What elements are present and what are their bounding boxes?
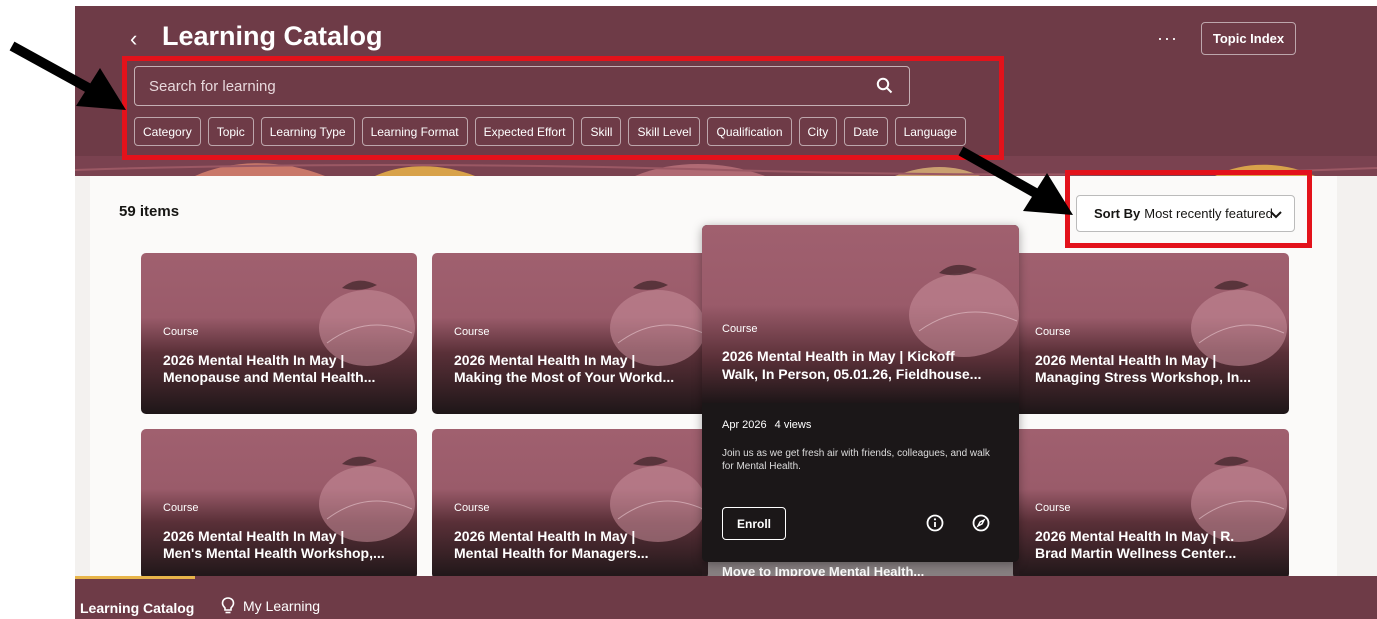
search-filters-highlight-box [122,56,1004,160]
card-views: 4 views [774,419,812,431]
course-card[interactable]: Course 2026 Mental Health In May | Managi… [1013,253,1289,414]
course-card[interactable]: Course 2026 Mental Health In May | Men's … [141,429,417,579]
card-type: Course [454,326,490,338]
tab-learning-catalog[interactable]: Learning Catalog [80,600,194,616]
info-icon[interactable] [926,514,944,537]
annotation-arrow-icon [9,41,126,110]
card-type: Course [1035,326,1071,338]
annotation-arrow-icon [958,146,1073,215]
card-type: Course [163,326,199,338]
compass-icon[interactable] [972,514,990,537]
card-type: Course [722,323,758,335]
enroll-button[interactable]: Enroll [722,507,786,540]
course-card[interactable]: Course 2026 Mental Health In May | R. Bra… [1013,429,1289,579]
active-tab-indicator [75,576,195,579]
card-title: 2026 Mental Health in May | Kickoff Walk,… [722,348,982,382]
course-card[interactable]: Course 2026 Mental Health In May | Mental… [432,429,708,579]
lightbulb-icon [221,597,235,614]
card-description: Join us as we get fresh air with friends… [722,448,990,472]
card-title: 2026 Mental Health In May | Men's Mental … [163,528,385,561]
topic-index-button[interactable]: Topic Index [1201,22,1296,55]
more-options-icon[interactable]: ··· [1157,28,1178,49]
page-title: Learning Catalog [162,21,383,51]
card-date: Apr 2026 [722,419,767,431]
sort-highlight-box [1065,170,1312,248]
card-title: 2026 Mental Health In May | R. Brad Marti… [1035,528,1237,561]
card-type: Course [454,502,490,514]
card-title: 2026 Mental Health In May | Menopause and… [163,352,376,385]
card-type: Course [163,502,199,514]
back-chevron-icon[interactable]: ‹ [130,26,137,52]
course-card-expanded[interactable]: Course 2026 Mental Health in May | Kicko… [702,225,1019,562]
card-type: Course [1035,502,1071,514]
course-card[interactable]: Course 2026 Mental Health In May | Making… [432,253,708,414]
card-title: 2026 Mental Health In May | Making the Mo… [454,352,675,385]
results-count: 59 items [119,203,180,220]
card-meta: Apr 2026 4 views [722,419,811,431]
card-title: 2026 Mental Health In May | Managing Stre… [1035,352,1251,385]
card-title: 2026 Mental Health In May | Mental Health… [454,528,649,561]
bottom-navigation: Learning Catalog My Learning [75,576,1377,619]
tab-my-learning[interactable]: My Learning [221,597,320,614]
course-card[interactable]: Course 2026 Mental Health In May | Menopa… [141,253,417,414]
